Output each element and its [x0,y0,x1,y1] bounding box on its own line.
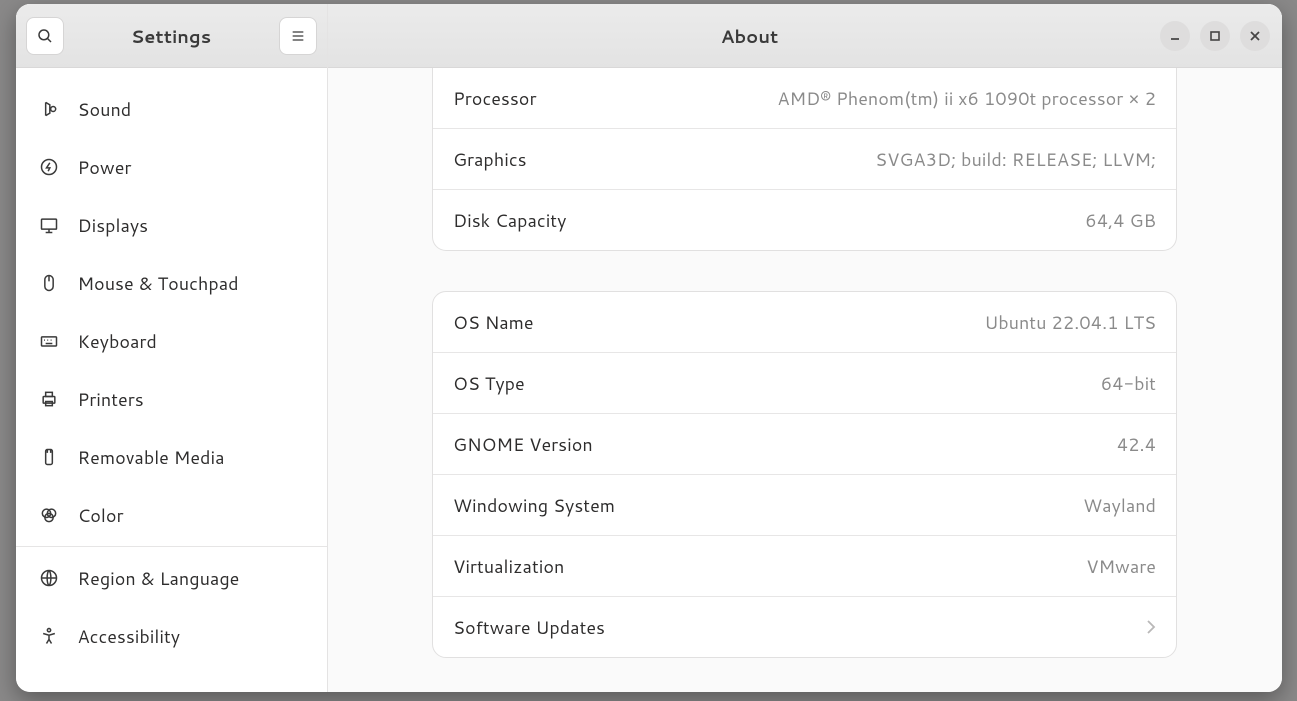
row-value: Wayland [1083,492,1156,518]
removable-icon [38,446,60,468]
row-label: Software Updates [453,614,605,640]
close-icon [1249,30,1261,42]
sidebar-item-removable[interactable]: Removable Media [16,428,327,486]
row-value: SVGA3D; build: RELEASE; LLVM; [875,146,1156,172]
sidebar-item-label: Printers [78,386,144,412]
info-row-gnome: GNOME Version 42.4 [433,414,1176,475]
sidebar-item-label: Sound [78,96,132,122]
menu-button[interactable] [279,17,317,55]
row-value: 42.4 [1117,431,1156,457]
sidebar-item-label: Accessibility [78,623,181,649]
mouse-icon [38,272,60,294]
sidebar-items: Sound Power Displays Mouse & Touchpad [16,68,327,692]
displays-icon [38,214,60,236]
row-value: AMD® Phenom(tm) ii x6 1090t processor × … [777,85,1156,111]
sidebar-item-label: Color [78,502,124,528]
info-row-graphics: Graphics SVGA3D; build: RELEASE; LLVM; [433,129,1176,190]
main-panel: About [328,4,1282,692]
info-row-processor: Processor AMD® Phenom(tm) ii x6 1090t pr… [433,68,1176,129]
minimize-button[interactable] [1160,21,1190,51]
row-value: 64,4 GB [1085,207,1156,233]
sidebar-item-accessibility[interactable]: Accessibility [16,607,327,665]
keyboard-icon [38,330,60,352]
row-label: OS Type [453,370,525,396]
info-row-virtualization: Virtualization VMware [433,536,1176,597]
sidebar: Settings Sound Power [16,4,328,692]
os-card: OS Name Ubuntu 22.04.1 LTS OS Type 64-bi… [432,291,1177,658]
sidebar-item-label: Keyboard [78,328,157,354]
sidebar-header: Settings [16,4,327,68]
hardware-card: Processor AMD® Phenom(tm) ii x6 1090t pr… [432,68,1177,251]
sidebar-item-label: Power [78,154,132,180]
maximize-icon [1209,30,1221,42]
sidebar-item-power[interactable]: Power [16,138,327,196]
sidebar-item-displays[interactable]: Displays [16,196,327,254]
row-value: VMware [1086,553,1156,579]
sidebar-item-label: Displays [78,212,149,238]
sidebar-item-label: Mouse & Touchpad [78,270,239,296]
row-label: Windowing System [453,492,615,518]
maximize-button[interactable] [1200,21,1230,51]
info-row-osname: OS Name Ubuntu 22.04.1 LTS [433,292,1176,353]
info-row-ostype: OS Type 64-bit [433,353,1176,414]
accessibility-icon [38,625,60,647]
settings-window: Settings Sound Power [16,4,1282,692]
sidebar-separator [16,546,327,547]
close-button[interactable] [1240,21,1270,51]
hamburger-icon [290,28,306,44]
row-label: Processor [453,85,536,111]
search-icon [36,27,54,45]
row-value: Ubuntu 22.04.1 LTS [984,309,1156,335]
software-updates-row[interactable]: Software Updates [433,597,1176,657]
chevron-right-icon [1146,619,1156,635]
content: Processor AMD® Phenom(tm) ii x6 1090t pr… [328,68,1282,692]
row-label: Graphics [453,146,527,172]
color-icon [38,504,60,526]
search-button[interactable] [26,17,64,55]
sidebar-item-sound[interactable]: Sound [16,80,327,138]
info-row-disk: Disk Capacity 64,4 GB [433,190,1176,250]
sound-icon [38,98,60,120]
sidebar-title: Settings [72,23,271,49]
window-controls [1160,21,1270,51]
region-icon [38,567,60,589]
printers-icon [38,388,60,410]
main-header: About [328,4,1282,68]
sidebar-item-mouse[interactable]: Mouse & Touchpad [16,254,327,312]
sidebar-item-label: Region & Language [78,565,240,591]
sidebar-item-printers[interactable]: Printers [16,370,327,428]
minimize-icon [1169,30,1181,42]
page-title: About [340,23,1160,49]
sidebar-item-color[interactable]: Color [16,486,327,544]
sidebar-item-region[interactable]: Region & Language [16,549,327,607]
row-label: Disk Capacity [453,207,566,233]
info-row-windowing: Windowing System Wayland [433,475,1176,536]
row-label: Virtualization [453,553,564,579]
sidebar-item-keyboard[interactable]: Keyboard [16,312,327,370]
row-label: GNOME Version [453,431,593,457]
sidebar-item-label: Removable Media [78,444,225,470]
row-label: OS Name [453,309,534,335]
row-value: 64-bit [1101,370,1156,396]
power-icon [38,156,60,178]
